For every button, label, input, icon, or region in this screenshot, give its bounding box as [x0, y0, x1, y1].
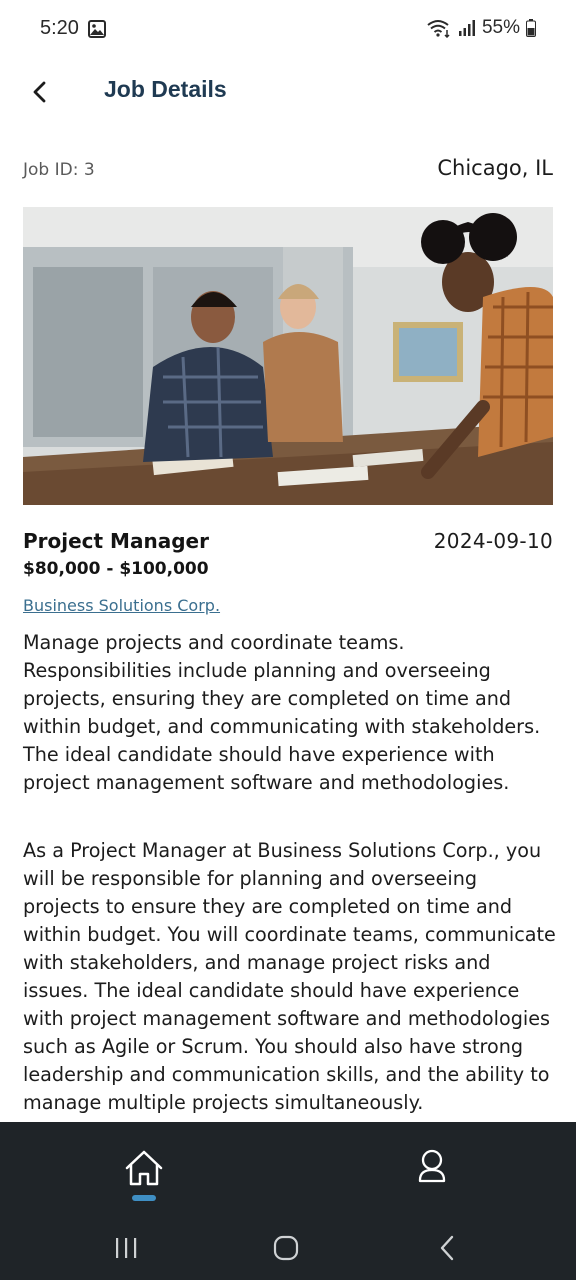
bottom-nav — [0, 1122, 576, 1216]
job-image — [23, 207, 553, 505]
job-description: As a Project Manager at Business Solutio… — [23, 839, 556, 1114]
job-meta-row: Job ID: 3 Chicago, IL — [23, 156, 553, 186]
home-system-button[interactable] — [266, 1230, 306, 1266]
system-nav-bar — [0, 1216, 576, 1280]
wifi-icon — [427, 20, 450, 38]
nav-profile-button[interactable] — [404, 1142, 460, 1198]
back-button[interactable] — [22, 74, 58, 110]
company-link[interactable]: Business Solutions Corp. — [23, 596, 220, 615]
battery-percent: 55% — [481, 17, 520, 38]
signal-icon — [458, 20, 475, 36]
nav-home-button[interactable] — [114, 1142, 174, 1202]
image-icon — [88, 20, 106, 38]
job-location: Chicago, IL — [437, 156, 553, 180]
home-icon — [125, 1150, 163, 1186]
battery-icon — [526, 19, 536, 37]
system-back-button[interactable] — [428, 1230, 468, 1266]
app-bar: Job Details — [0, 58, 576, 124]
back-arrow-icon — [440, 1235, 454, 1261]
page-title: Job Details — [104, 76, 227, 102]
active-tab-indicator — [132, 1195, 156, 1201]
status-bar: 5:20 55% — [0, 0, 576, 58]
profile-icon — [418, 1149, 446, 1183]
job-id: Job ID: 3 — [23, 160, 95, 180]
recent-apps-button[interactable] — [106, 1230, 146, 1266]
job-date: 2024-09-10 — [433, 529, 553, 553]
job-summary: Manage projects and coordinate teams. Re… — [23, 631, 541, 794]
office-photo — [23, 207, 553, 505]
home-circle-icon — [273, 1235, 299, 1261]
job-salary: $80,000 - $100,000 — [23, 559, 209, 579]
job-title: Project Manager — [23, 529, 209, 553]
recent-apps-icon — [116, 1238, 137, 1258]
chevron-left-icon — [33, 81, 46, 103]
status-icons: 55% — [426, 17, 536, 39]
status-time: 5:20 — [40, 17, 79, 39]
